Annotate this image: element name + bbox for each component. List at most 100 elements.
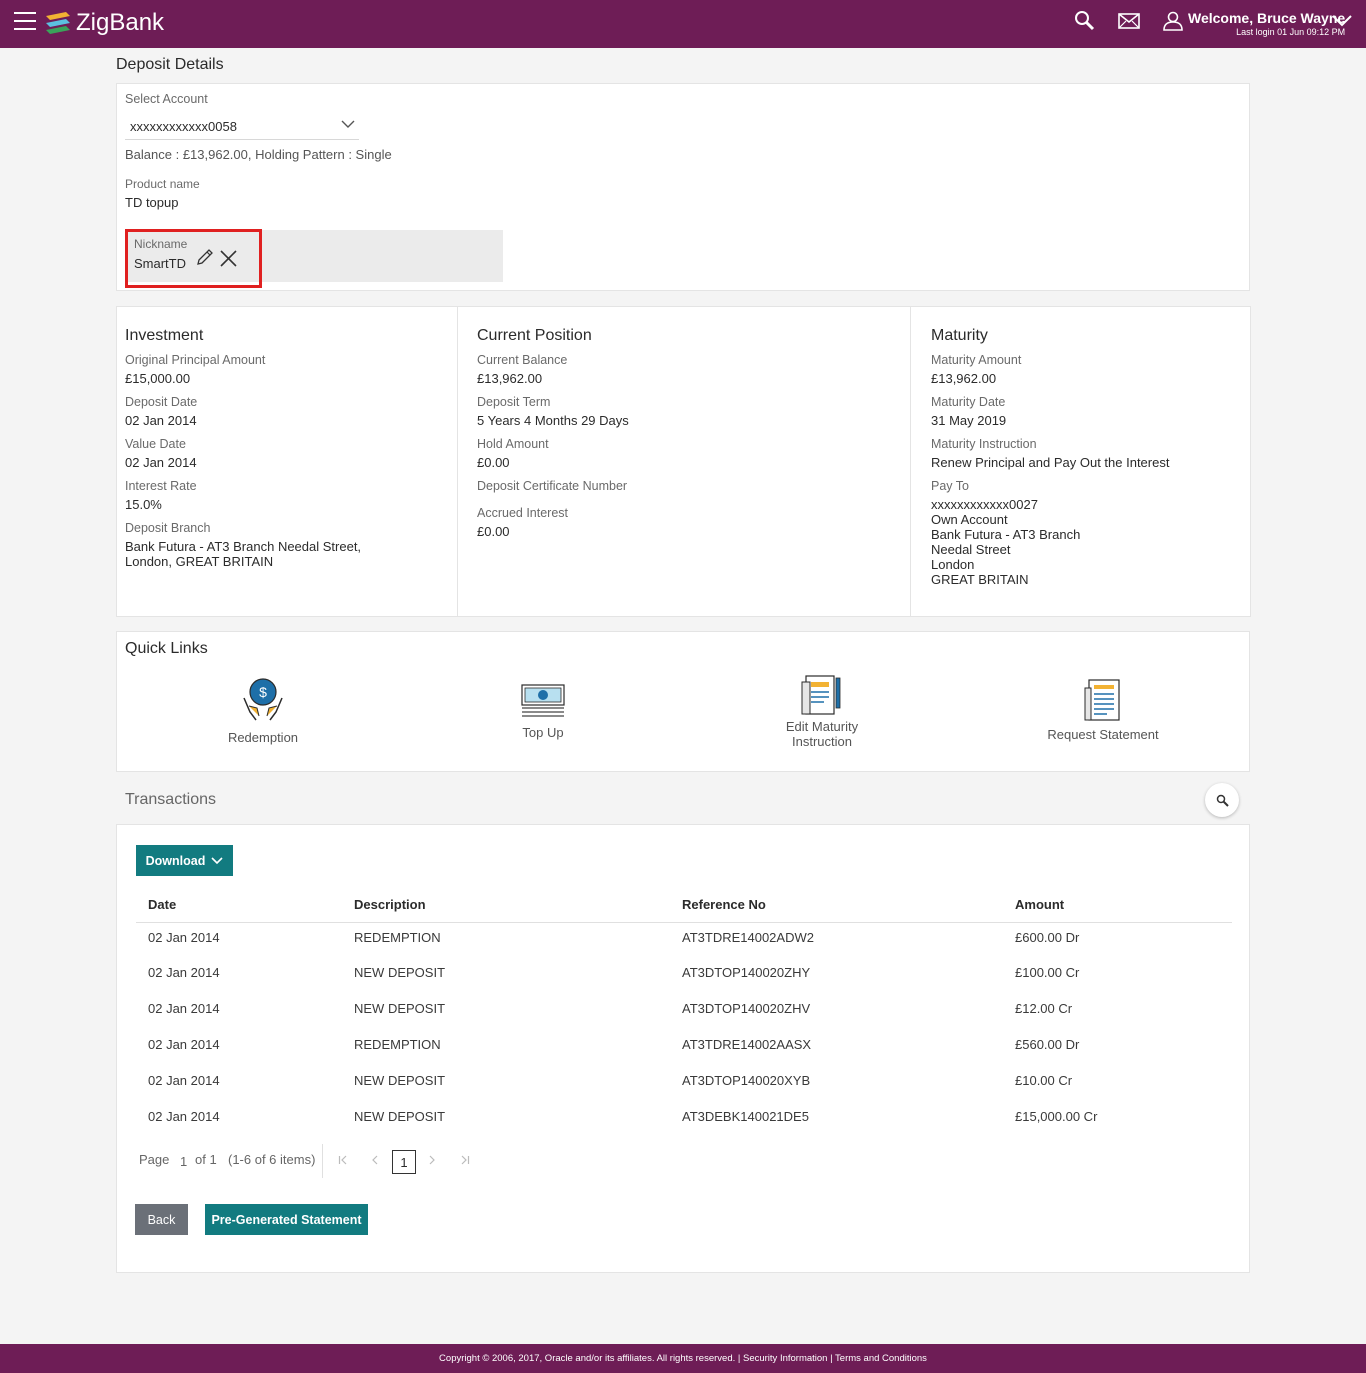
download-label: Download	[145, 853, 206, 868]
select-account-label: Select Account	[125, 92, 208, 106]
column-header-date[interactable]: Date	[148, 897, 176, 912]
search-icon[interactable]	[1074, 10, 1096, 32]
svg-text:$: $	[259, 684, 267, 700]
footer-text: Copyright © 2006, 2017, Oracle and/or it…	[439, 1353, 927, 1364]
maturity-title: Maturity	[931, 327, 988, 344]
cell-reference: AT3TDRE14002ADW2	[682, 930, 814, 945]
cell-amount: £100.00 Cr	[1015, 965, 1080, 980]
pager-items-label: (1-6 of 6 items)	[228, 1152, 316, 1167]
deposit-term-value: 5 Years 4 Months 29 Days	[477, 413, 629, 428]
deposit-branch-line2: London, GREAT BRITAIN	[125, 554, 274, 569]
table-header-divider	[136, 922, 1232, 923]
column-header-description[interactable]: Description	[354, 897, 426, 912]
page-title: Deposit Details	[116, 56, 224, 73]
edit-maturity-icon	[801, 675, 841, 715]
top-bar: ZigBank Welcome, Bruce Wayne Last login …	[0, 0, 1366, 48]
cell-description: NEW DEPOSIT	[354, 965, 446, 980]
balance-line: Balance : £13,962.00, Holding Pattern : …	[125, 147, 392, 162]
pay-to-line: xxxxxxxxxxxx0027	[931, 497, 1038, 512]
pager-of-label: of 1	[195, 1152, 217, 1167]
menu-icon[interactable]	[14, 12, 36, 32]
chevron-down-icon	[341, 120, 355, 128]
pager-divider	[322, 1144, 323, 1178]
cell-date: 02 Jan 2014	[148, 1073, 220, 1088]
page-number-current[interactable]: 1	[392, 1150, 416, 1174]
certificate-number-label: Deposit Certificate Number	[477, 479, 628, 493]
pay-to-line: Bank Futura - AT3 Branch	[931, 527, 1081, 542]
mail-icon[interactable]	[1118, 13, 1140, 29]
quick-links-title: Quick Links	[125, 640, 208, 657]
prev-page-icon[interactable]	[371, 1155, 379, 1165]
cell-description: NEW DEPOSIT	[354, 1109, 446, 1124]
cell-reference: AT3DTOP140020ZHV	[682, 1001, 811, 1016]
download-button[interactable]: Download	[136, 845, 233, 876]
quick-link-label: Edit Maturity	[785, 719, 859, 734]
interest-rate-value: 15.0%	[125, 497, 162, 512]
redemption-icon: $	[243, 678, 283, 721]
column-header-reference[interactable]: Reference No	[682, 897, 766, 912]
maturity-amount-value: £13,962.00	[931, 371, 997, 386]
back-button[interactable]: Back	[135, 1204, 188, 1235]
deposit-branch-line1: Bank Futura - AT3 Branch Needal Street,	[125, 539, 362, 554]
pre-generated-statement-button[interactable]: Pre-Generated Statement	[205, 1204, 368, 1235]
first-page-icon[interactable]	[338, 1155, 348, 1165]
chevron-down-icon	[211, 856, 223, 864]
cell-reference: AT3DTOP140020ZHY	[682, 965, 811, 980]
pager-page-label: Page	[139, 1152, 170, 1167]
accrued-interest-label: Accrued Interest	[477, 506, 569, 520]
top-up-icon	[521, 684, 565, 717]
investment-title: Investment	[125, 327, 204, 344]
current-balance-value: £13,962.00	[477, 371, 543, 386]
search-icon	[1216, 794, 1229, 807]
quick-link-redemption[interactable]: $ Redemption	[203, 676, 323, 745]
maturity-date-value: 31 May 2019	[931, 413, 1007, 428]
nickname-highlight	[125, 229, 262, 288]
transactions-title: Transactions	[125, 791, 216, 808]
last-login-text: Last login 01 Jun 09:12 PM	[1236, 27, 1346, 37]
request-statement-icon	[1084, 679, 1120, 721]
pay-to-label: Pay To	[931, 479, 969, 493]
cell-reference: AT3TDRE14002AASX	[682, 1037, 812, 1052]
user-icon[interactable]	[1163, 11, 1183, 31]
brand-logo[interactable]: ZigBank	[44, 7, 164, 39]
position-title: Current Position	[477, 327, 592, 344]
deposit-branch-label: Deposit Branch	[125, 521, 211, 535]
column-divider	[910, 307, 911, 616]
cell-amount: £15,000.00 Cr	[1015, 1109, 1098, 1124]
quick-link-label: Instruction	[792, 734, 852, 749]
cell-date: 02 Jan 2014	[148, 1109, 220, 1124]
maturity-instruction-label: Maturity Instruction	[931, 437, 1037, 451]
product-name-value: TD topup	[125, 195, 179, 210]
hold-amount-value: £0.00	[477, 455, 510, 470]
user-welcome[interactable]: Welcome, Bruce Wayne Last login 01 Jun 0…	[1188, 10, 1345, 37]
column-header-amount[interactable]: Amount	[1015, 897, 1064, 912]
deposit-date-value: 02 Jan 2014	[125, 413, 197, 428]
quick-link-label: Redemption	[227, 730, 299, 745]
last-page-icon[interactable]	[460, 1155, 470, 1165]
pay-to-line: Needal Street	[931, 542, 1011, 557]
zigbank-logo-icon	[46, 12, 70, 34]
welcome-text: Welcome, Bruce Wayne	[1188, 10, 1346, 26]
quick-link-request-statement[interactable]: Request Statement	[1038, 678, 1168, 742]
hold-amount-label: Hold Amount	[477, 437, 549, 451]
account-select-value: xxxxxxxxxxxx0058	[130, 119, 237, 134]
pay-to-line: London	[931, 557, 975, 572]
cell-reference: AT3DTOP140020XYB	[682, 1073, 811, 1088]
transactions-search-button[interactable]	[1205, 783, 1239, 817]
next-page-icon[interactable]	[428, 1155, 436, 1165]
cell-description: NEW DEPOSIT	[354, 1073, 446, 1088]
brand-name: ZigBank	[76, 9, 165, 36]
maturity-date-label: Maturity Date	[931, 395, 1006, 409]
cell-date: 02 Jan 2014	[148, 965, 220, 980]
pay-to-line: GREAT BRITAIN	[931, 572, 1029, 587]
cell-amount: £560.00 Dr	[1015, 1037, 1080, 1052]
cell-description: NEW DEPOSIT	[354, 1001, 446, 1016]
quick-link-top-up[interactable]: Top Up	[483, 683, 603, 740]
account-select[interactable]: xxxxxxxxxxxx0058	[125, 114, 359, 140]
cell-date: 02 Jan 2014	[148, 930, 220, 945]
pager-page-input[interactable]: 1	[180, 1154, 187, 1169]
quick-link-edit-maturity-instruction[interactable]: Edit Maturity Instruction	[762, 674, 882, 749]
chevron-down-icon[interactable]	[1332, 14, 1352, 28]
interest-rate-label: Interest Rate	[125, 479, 197, 493]
cell-date: 02 Jan 2014	[148, 1037, 220, 1052]
